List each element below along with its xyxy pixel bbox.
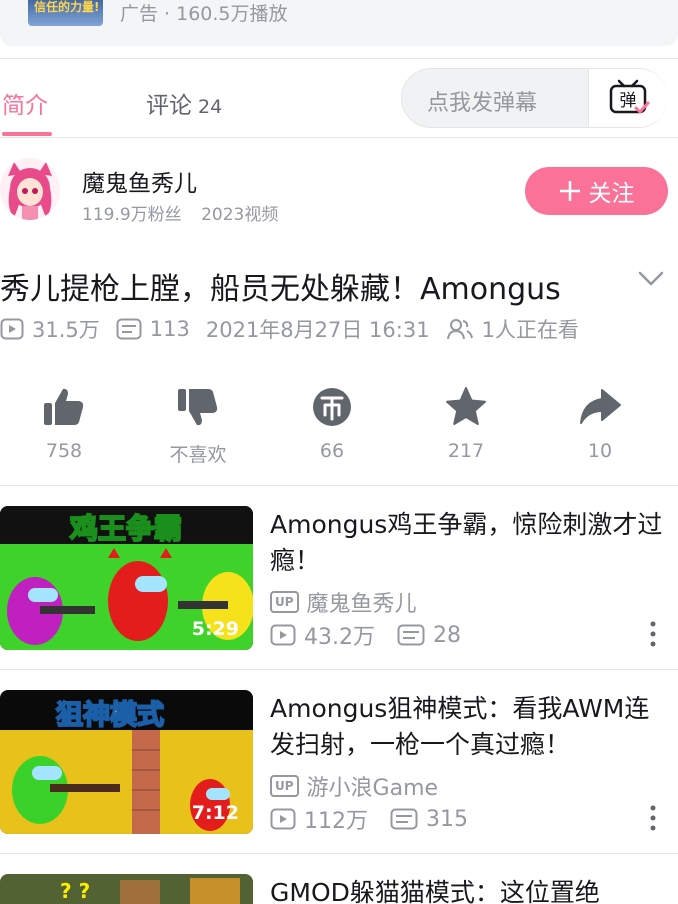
rec-uploader-name: 游小浪Game xyxy=(306,776,439,801)
like-button[interactable]: 758 xyxy=(9,382,119,462)
play-count-icon xyxy=(270,624,296,646)
favorite-button[interactable]: 217 xyxy=(411,382,521,462)
ad-thumbnail[interactable]: 信任的力量! xyxy=(28,0,103,26)
follower-count: 119.9万粉丝 xyxy=(82,205,182,225)
rec-thumbnail[interactable]: 鸡王争霸 5:29 xyxy=(0,506,253,650)
dislike-label: 不喜欢 xyxy=(169,444,227,466)
divider xyxy=(0,485,678,486)
danmaku-count-icon xyxy=(397,624,425,646)
video-meta: 31.5万 113 2021年8月27日 16:31 1人正在看 xyxy=(0,314,595,344)
rec-uploader-name: 魔鬼鱼秀儿 xyxy=(306,592,417,617)
danmu-icon: 弹 xyxy=(609,79,649,114)
rec-thumbnail-image: ? ? xyxy=(0,874,253,904)
thumbs-up-icon xyxy=(44,388,84,425)
view-count: 31.5万 xyxy=(32,318,100,342)
play-count-icon xyxy=(0,318,24,340)
rec-stats: 43.2万 28 xyxy=(270,619,483,651)
tab-comments[interactable]: 评论 24 xyxy=(146,86,222,120)
danmu-button-label: 弹 xyxy=(619,91,636,111)
star-icon xyxy=(446,387,486,425)
danmu-input[interactable]: 点我发弹幕 弹 xyxy=(401,68,668,128)
up-badge-icon: UP xyxy=(270,775,299,797)
divider xyxy=(0,853,678,854)
ad-meta: 广告 · 160.5万播放 xyxy=(120,3,288,25)
rec-danmaku: 28 xyxy=(433,622,461,648)
more-options-icon[interactable] xyxy=(648,621,658,647)
tab-comments-label: 评论 xyxy=(146,93,192,119)
danmaku-count: 113 xyxy=(149,317,190,341)
rec-duration: 7:12 xyxy=(191,802,239,824)
like-count: 758 xyxy=(45,440,83,462)
ad-strip[interactable]: 信任的力量! 广告 · 160.5万播放 xyxy=(0,0,678,46)
dislike-button[interactable]: 不喜欢 xyxy=(143,382,253,467)
plus-icon xyxy=(559,181,580,201)
uploader-name[interactable]: 魔鬼鱼秀儿 xyxy=(82,164,197,198)
danmaku-count-icon xyxy=(116,318,142,340)
avatar[interactable] xyxy=(0,158,60,220)
chevron-down-icon[interactable] xyxy=(636,266,666,290)
rec-views: 43.2万 xyxy=(304,625,375,650)
tab-active-indicator xyxy=(2,132,52,136)
follow-label: 关注 xyxy=(588,181,635,207)
divider xyxy=(0,137,678,138)
coin-button[interactable]: 66 xyxy=(277,382,387,462)
play-count-icon xyxy=(270,808,296,830)
uploader-stats: 119.9万粉丝 2023视频 xyxy=(82,200,278,225)
divider xyxy=(0,58,678,59)
favorite-count: 217 xyxy=(447,440,485,462)
share-icon xyxy=(580,389,621,424)
rec-title[interactable]: Amongus鸡王争霸，惊险刺激才过瘾！ xyxy=(270,507,670,579)
rec-thumb-caption: 狙神模式 xyxy=(56,700,164,731)
thumbs-down-icon xyxy=(178,389,218,426)
avatar-image xyxy=(0,158,60,220)
coin-icon xyxy=(313,388,351,426)
rec-title[interactable]: Amongus狙神模式：看我AWM连发扫射，一枪一个真过瘾！ xyxy=(270,691,670,763)
follow-button[interactable]: 关注 xyxy=(525,167,668,215)
tab-intro[interactable]: 简介 xyxy=(2,86,48,120)
rec-thumb-caption: ? ? xyxy=(60,879,90,903)
danmu-toggle-button[interactable]: 弹 xyxy=(588,69,668,127)
more-options-icon[interactable] xyxy=(648,805,658,831)
danmu-placeholder: 点我发弹幕 xyxy=(427,91,538,116)
share-button[interactable]: 10 xyxy=(545,382,655,462)
viewers-icon xyxy=(446,319,473,340)
danmaku-count-icon xyxy=(390,808,418,830)
divider xyxy=(0,669,678,670)
share-count: 10 xyxy=(587,440,613,462)
video-count: 2023视频 xyxy=(201,205,279,225)
rec-uploader[interactable]: UP 游小浪Game xyxy=(270,770,438,802)
rec-uploader[interactable]: UP 魔鬼鱼秀儿 xyxy=(270,586,417,618)
video-title: 秀儿提枪上膛，船员无处躲藏！Amongus xyxy=(0,272,561,307)
up-badge-icon: UP xyxy=(270,591,299,613)
rec-stats: 112万 315 xyxy=(270,803,490,835)
rec-danmaku: 315 xyxy=(426,806,468,832)
coin-count: 66 xyxy=(319,440,345,462)
rec-thumbnail[interactable]: ? ? xyxy=(0,874,253,904)
rec-duration: 5:29 xyxy=(191,618,239,640)
rec-thumb-caption: 鸡王争霸 xyxy=(69,512,182,545)
ad-thumb-text: 信任的力量! xyxy=(34,0,100,14)
publish-date: 2021年8月27日 16:31 xyxy=(205,318,430,342)
rec-thumbnail[interactable]: 狙神模式 7:12 xyxy=(0,690,253,834)
watching-count: 1人正在看 xyxy=(481,318,579,342)
comment-count: 24 xyxy=(198,96,223,118)
rec-views: 112万 xyxy=(304,809,368,834)
rec-title[interactable]: GMOD躲猫猫模式：这位置绝 xyxy=(270,875,670,904)
